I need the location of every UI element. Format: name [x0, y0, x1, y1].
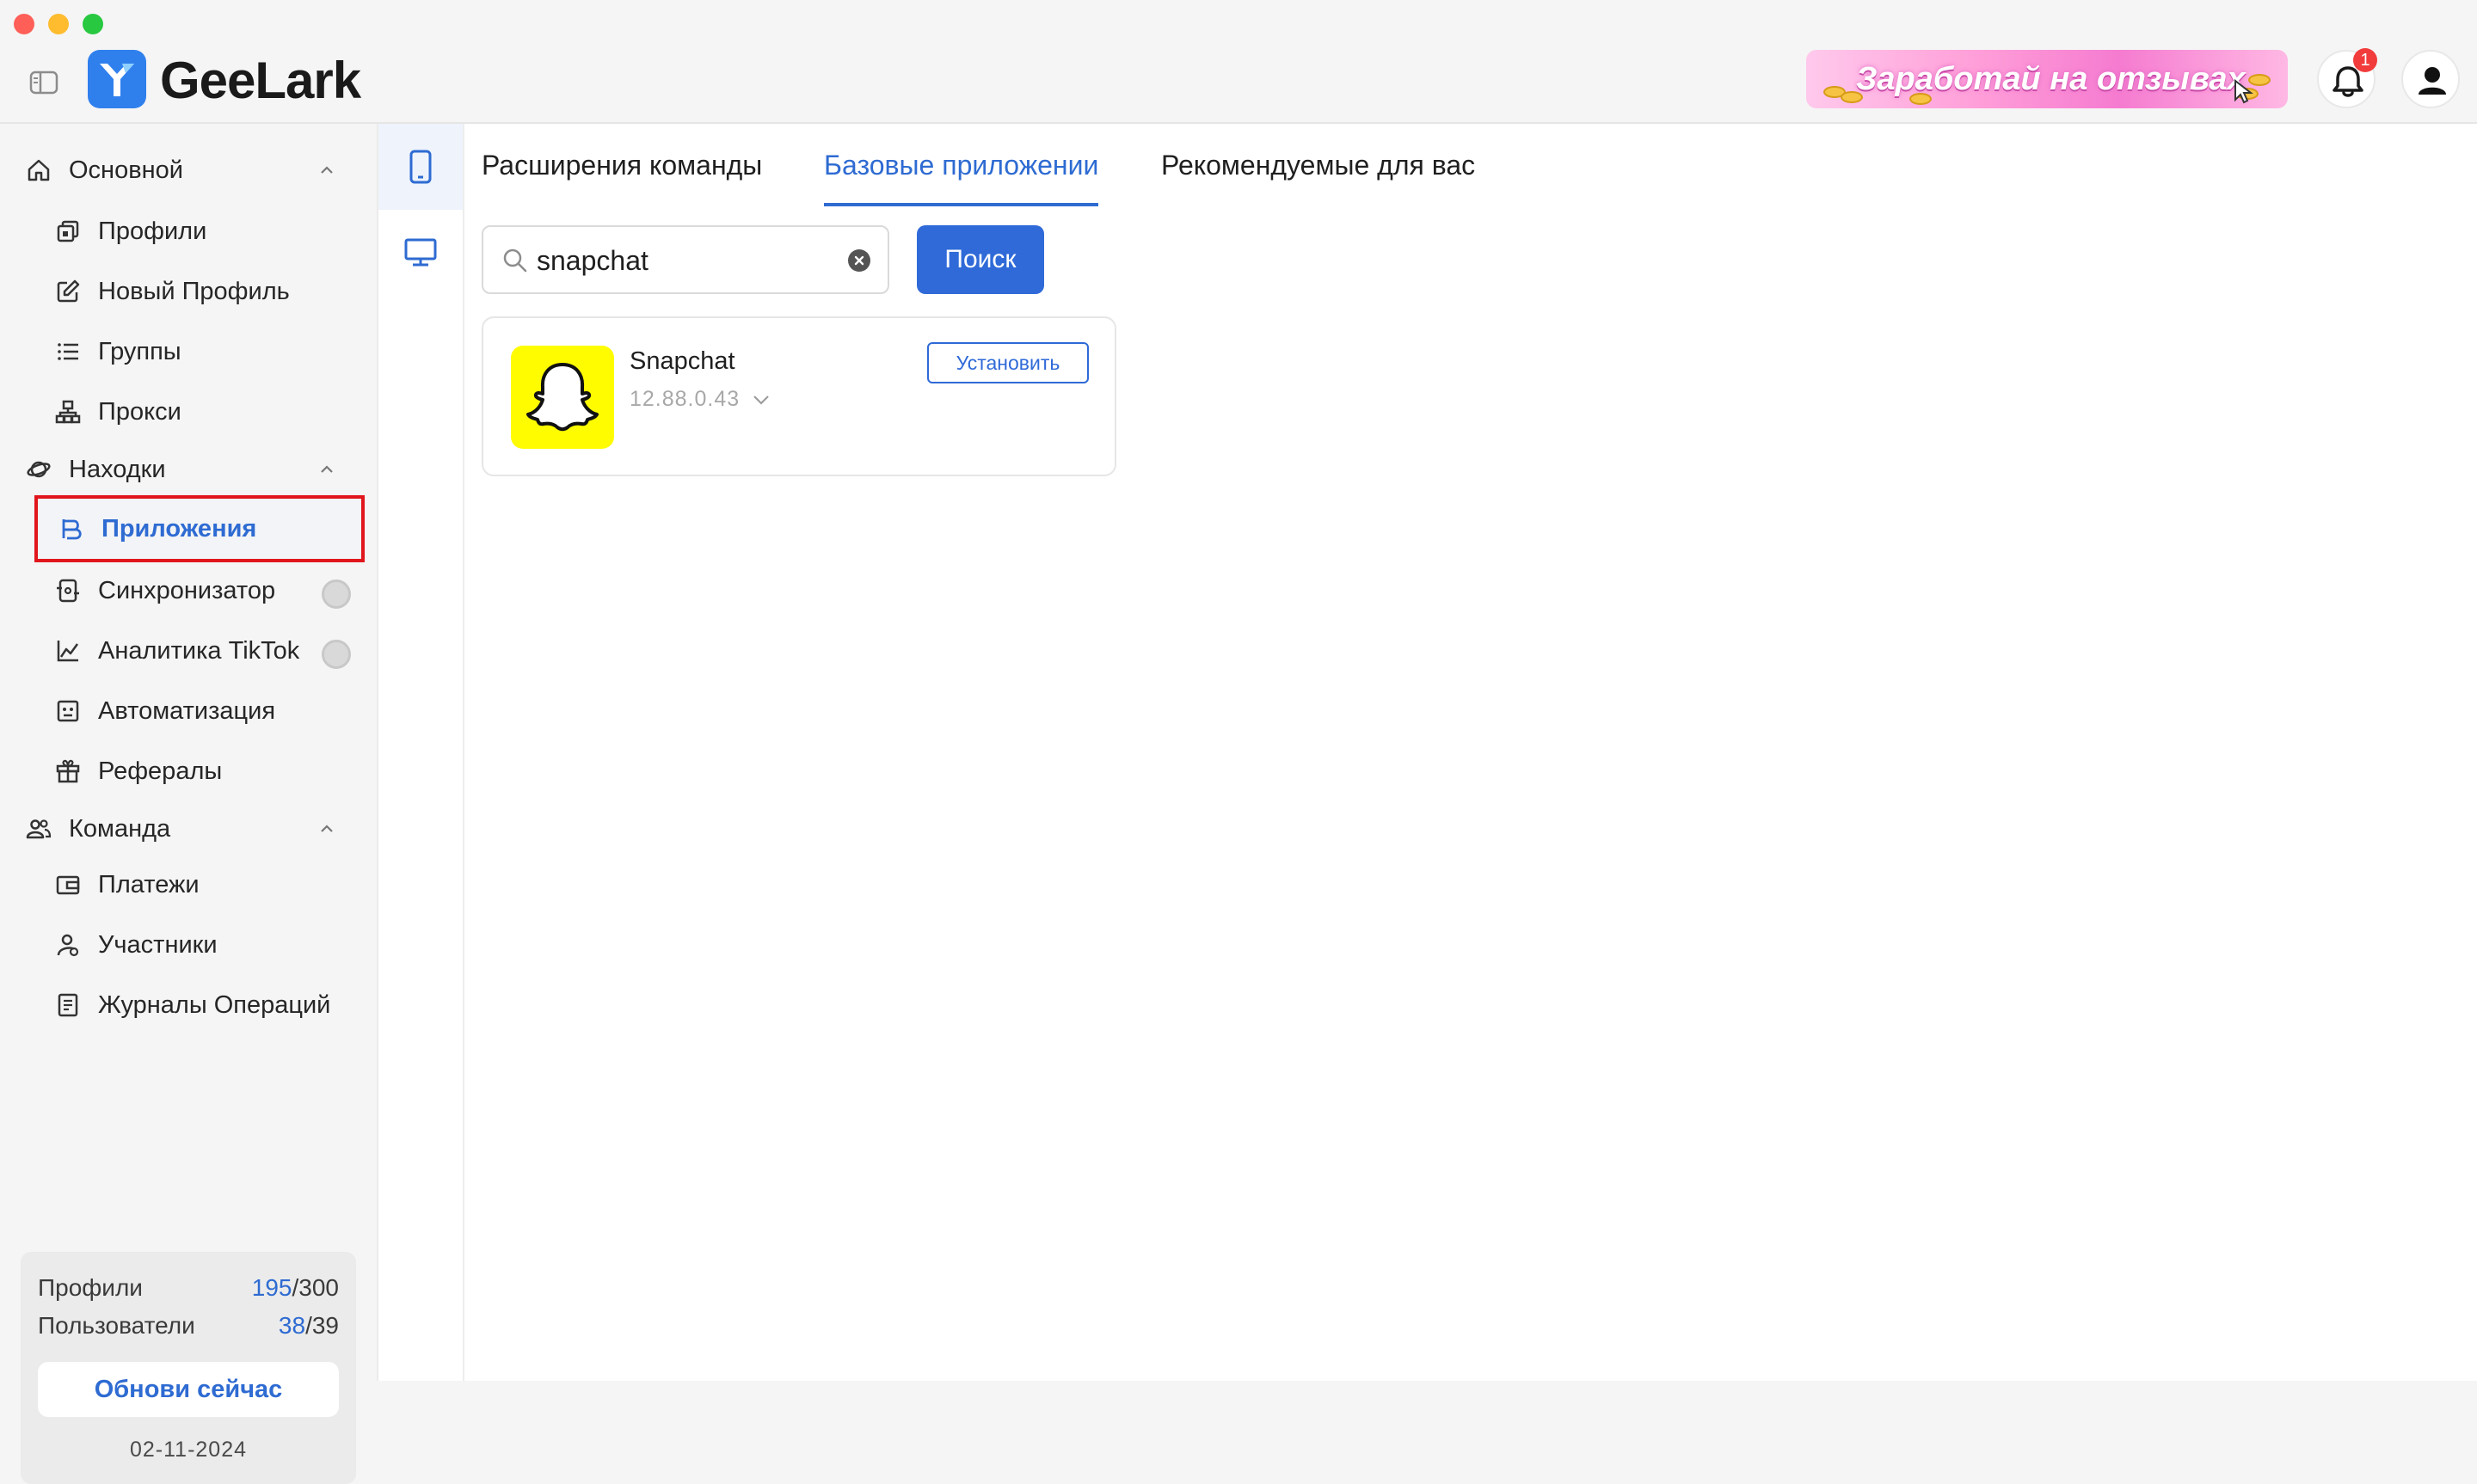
sidebar-item-label: Прокси: [98, 397, 181, 426]
account-button[interactable]: [2401, 50, 2460, 108]
member-icon: [57, 934, 79, 957]
sidebar: Основной Профили Новый Профиль Группы Пр…: [0, 124, 378, 1484]
sidebar-item-referrals[interactable]: Рефералы: [36, 745, 363, 798]
maximize-window-button[interactable]: [83, 14, 103, 34]
tab-basic-apps[interactable]: Базовые приложении: [824, 146, 1099, 206]
sidebar-section-main[interactable]: Основной: [26, 146, 353, 194]
tab-team-extensions[interactable]: Расширения команды: [482, 146, 762, 206]
sidebar-item-label: Синхронизатор: [98, 576, 276, 604]
app-window: GeeLark Заработай на отзывах 1 Основной …: [0, 0, 2477, 1484]
sidebar-item-label: Платежи: [98, 870, 200, 898]
users-quota-row: Пользователи 38/39: [38, 1312, 339, 1340]
search-icon: [503, 248, 527, 273]
search-button[interactable]: Поиск: [917, 225, 1044, 294]
promo-text: Заработай на отзывах: [1856, 61, 2246, 97]
sidebar-item-label: Рефералы: [98, 757, 223, 785]
profiles-quota-value: 195/300: [251, 1274, 339, 1301]
team-icon: [26, 819, 52, 839]
sidebar-item-proxy[interactable]: Прокси: [36, 385, 363, 438]
search-input[interactable]: [537, 239, 829, 282]
chevron-up-icon: [321, 825, 333, 832]
snapchat-ghost-icon: [511, 346, 614, 449]
title-bar: GeeLark Заработай на отзывах 1: [0, 0, 2477, 124]
sidebar-item-label: Аналитика TikTok: [98, 636, 300, 665]
sidebar-toggle-icon[interactable]: [29, 71, 58, 95]
planet-icon: [27, 461, 51, 478]
home-icon: [28, 159, 50, 181]
sidebar-section-discoveries[interactable]: Находки: [26, 445, 353, 494]
gift-icon: [56, 759, 80, 783]
profiles-quota-row: Профили 195/300: [38, 1274, 339, 1302]
sidebar-section-label: Находки: [69, 455, 166, 483]
apps-icon: [62, 519, 82, 540]
user-icon: [2419, 67, 2446, 95]
chevron-up-icon: [321, 166, 333, 174]
phone-tab[interactable]: [378, 124, 463, 210]
sidebar-item-label: Автоматизация: [98, 696, 276, 725]
document-icon: [58, 993, 78, 1017]
close-window-button[interactable]: [14, 14, 34, 34]
sidebar-item-profiles[interactable]: Профили: [36, 205, 363, 258]
plan-expiry-date: 02-11-2024: [129, 1438, 248, 1462]
profiles-icon: [57, 220, 79, 242]
sidebar-item-members[interactable]: Участники: [36, 918, 363, 972]
main-content: Расширения команды Базовые приложении Ре…: [464, 124, 2477, 1381]
edit-icon: [57, 279, 80, 303]
logo-text: GeeLark: [160, 52, 361, 109]
sidebar-item-label: Группы: [98, 337, 181, 365]
cursor-icon: [2234, 79, 2253, 104]
robot-icon: [57, 700, 79, 722]
install-button[interactable]: Установить: [927, 342, 1089, 383]
sidebar-item-label: Приложения: [101, 514, 257, 543]
app-name: Snapchat: [630, 347, 735, 375]
device-type-rail: [378, 124, 464, 1381]
sidebar-item-label: Журналы Операций: [98, 990, 331, 1019]
clear-search-icon[interactable]: [848, 249, 870, 272]
sidebar-section-label: Команда: [69, 814, 171, 843]
sidebar-item-automation[interactable]: Автоматизация: [36, 684, 363, 738]
proxy-network-icon: [55, 400, 81, 424]
users-quota-label: Пользователи: [38, 1312, 195, 1339]
geelark-logo-icon: [88, 50, 146, 108]
users-quota-value: 38/39: [278, 1312, 339, 1339]
sidebar-item-groups[interactable]: Группы: [36, 325, 363, 378]
desktop-tab[interactable]: [378, 210, 463, 296]
search-field: [482, 225, 889, 294]
tab-recommended[interactable]: Рекомендуемые для вас: [1161, 146, 1475, 206]
sidebar-section-label: Основной: [69, 156, 183, 184]
version-dropdown-chevron-down-icon[interactable]: [752, 390, 771, 409]
sidebar-item-operation-logs[interactable]: Журналы Операций: [36, 978, 363, 1032]
sidebar-item-label: Профили: [98, 217, 207, 245]
sidebar-item-synchronizer[interactable]: Синхронизатор: [36, 564, 363, 617]
sidebar-section-team[interactable]: Команда: [26, 805, 353, 853]
line-chart-icon: [57, 641, 79, 662]
wallet-icon: [56, 875, 80, 895]
list-icon: [58, 343, 78, 360]
sidebar-item-label: Новый Профиль: [98, 277, 290, 305]
sidebar-item-new-profile[interactable]: Новый Профиль: [36, 265, 363, 318]
quota-panel: Профили 195/300 Пользователи 38/39 Обнов…: [21, 1252, 356, 1484]
promo-banner[interactable]: Заработай на отзывах: [1806, 50, 2288, 108]
profiles-quota-label: Профили: [38, 1274, 143, 1301]
notification-badge: 1: [2353, 48, 2377, 72]
minimize-window-button[interactable]: [48, 14, 69, 34]
upgrade-now-button[interactable]: Обнови сейчас: [38, 1362, 339, 1417]
beta-badge-icon: [322, 579, 351, 609]
monitor-icon: [404, 238, 437, 267]
app-version: 12.88.0.43: [630, 387, 741, 411]
app-card: Snapchat 12.88.0.43 Установить: [482, 316, 1116, 476]
phone-icon: [409, 150, 432, 184]
chevron-up-icon: [321, 465, 333, 473]
sidebar-item-payments[interactable]: Платежи: [36, 858, 363, 911]
sidebar-item-tiktok-analytics[interactable]: Аналитика TikTok: [36, 624, 363, 678]
sidebar-item-apps[interactable]: Приложения: [34, 495, 365, 562]
synchronizer-icon: [57, 579, 79, 603]
beta-badge-icon: [322, 640, 351, 669]
sidebar-item-label: Участники: [98, 930, 218, 959]
